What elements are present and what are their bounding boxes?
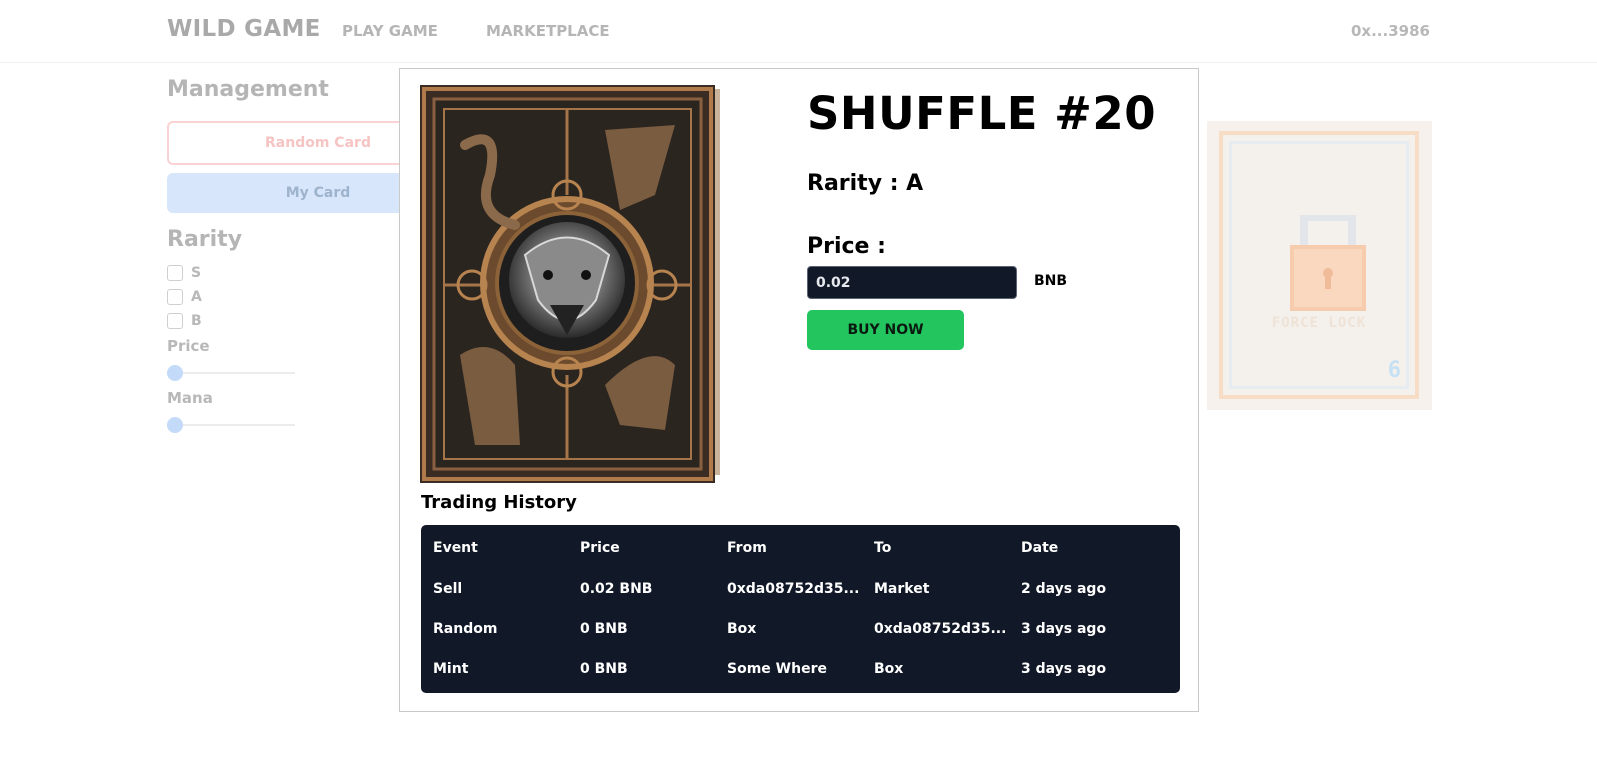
cell-event: Mint xyxy=(433,661,469,677)
mana-filter-label: Mana xyxy=(167,389,213,407)
price-filter-label: Price xyxy=(167,337,210,355)
nav-marketplace[interactable]: MARKETPLACE xyxy=(486,22,610,40)
trading-history-table: Event Price From To Date Sell 0.02 BNB 0… xyxy=(421,525,1180,693)
price-slider-thumb[interactable] xyxy=(167,365,183,381)
price-slider-track xyxy=(167,372,295,374)
price-input[interactable] xyxy=(807,266,1017,299)
rarity-s-label: S xyxy=(191,265,202,281)
rarity-b-checkbox[interactable] xyxy=(167,313,183,329)
column-header-price: Price xyxy=(580,540,620,556)
column-header-event: Event xyxy=(433,540,478,556)
cell-from: Some Where xyxy=(727,661,827,677)
top-nav-bar: WILD GAME PLAY GAME MARKETPLACE 0x...398… xyxy=(0,0,1597,63)
locked-card-mana: 6 xyxy=(1387,358,1401,383)
cell-event: Random xyxy=(433,621,498,637)
cell-to: Box xyxy=(874,661,904,677)
rarity-option-a[interactable]: A xyxy=(167,288,202,306)
table-row: Sell 0.02 BNB 0xda08752d35... Market 2 d… xyxy=(433,569,1168,609)
mana-slider-track xyxy=(167,424,295,426)
rarity-b-label: B xyxy=(191,313,202,329)
table-row: Random 0 BNB Box 0xda08752d35... 3 days … xyxy=(433,609,1168,649)
cell-price: 0 BNB xyxy=(580,621,628,637)
management-title: Management xyxy=(167,77,329,102)
buy-now-button[interactable]: BUY NOW xyxy=(807,310,964,350)
card-title: SHUFFLE #20 xyxy=(807,87,1156,140)
cell-date: 2 days ago xyxy=(1021,581,1107,597)
currency-label: BNB xyxy=(1034,273,1068,289)
cell-to[interactable]: 0xda08752d35... xyxy=(874,621,1021,637)
nav-play-game[interactable]: PLAY GAME xyxy=(342,22,438,40)
rarity-s-checkbox[interactable] xyxy=(167,265,183,281)
locked-card-frame: FORCE LOCK 6 xyxy=(1219,131,1419,399)
column-header-date: Date xyxy=(1021,540,1059,556)
column-header-to: To xyxy=(874,540,892,556)
cell-price: 0 BNB xyxy=(580,661,628,677)
brand-logo[interactable]: WILD GAME xyxy=(167,16,321,42)
wallet-address[interactable]: 0x...3986 xyxy=(1351,22,1430,40)
card-detail-modal: SHUFFLE #20 Rarity : A Price : BNB BUY N… xyxy=(399,68,1199,712)
cell-from: Box xyxy=(727,621,757,637)
mana-slider[interactable] xyxy=(167,417,295,433)
table-header-row: Event Price From To Date xyxy=(433,537,1168,559)
cell-event: Sell xyxy=(433,581,463,597)
rarity-option-s[interactable]: S xyxy=(167,264,201,282)
force-lock-text: FORCE LOCK xyxy=(1271,315,1367,331)
card-back-artwork xyxy=(420,85,720,483)
price-slider[interactable] xyxy=(167,365,295,381)
trading-history-title: Trading History xyxy=(421,492,577,513)
cell-date: 3 days ago xyxy=(1021,621,1107,637)
lock-icon xyxy=(1290,215,1366,311)
cell-from[interactable]: 0xda08752d35... xyxy=(727,581,874,597)
background-locked-card[interactable]: FORCE LOCK 6 xyxy=(1207,121,1432,410)
cell-price: 0.02 BNB xyxy=(580,581,653,597)
cell-to: Market xyxy=(874,581,930,597)
rarity-option-b[interactable]: B xyxy=(167,312,202,330)
cell-date: 3 days ago xyxy=(1021,661,1107,677)
column-header-from: From xyxy=(727,540,767,556)
mana-slider-thumb[interactable] xyxy=(167,417,183,433)
price-label: Price : xyxy=(807,234,886,259)
rarity-a-label: A xyxy=(191,289,202,305)
rarity-filter-title: Rarity xyxy=(167,227,243,252)
rarity-a-checkbox[interactable] xyxy=(167,289,183,305)
card-rarity: Rarity : A xyxy=(807,171,924,196)
table-row: Mint 0 BNB Some Where Box 3 days ago xyxy=(433,649,1168,689)
